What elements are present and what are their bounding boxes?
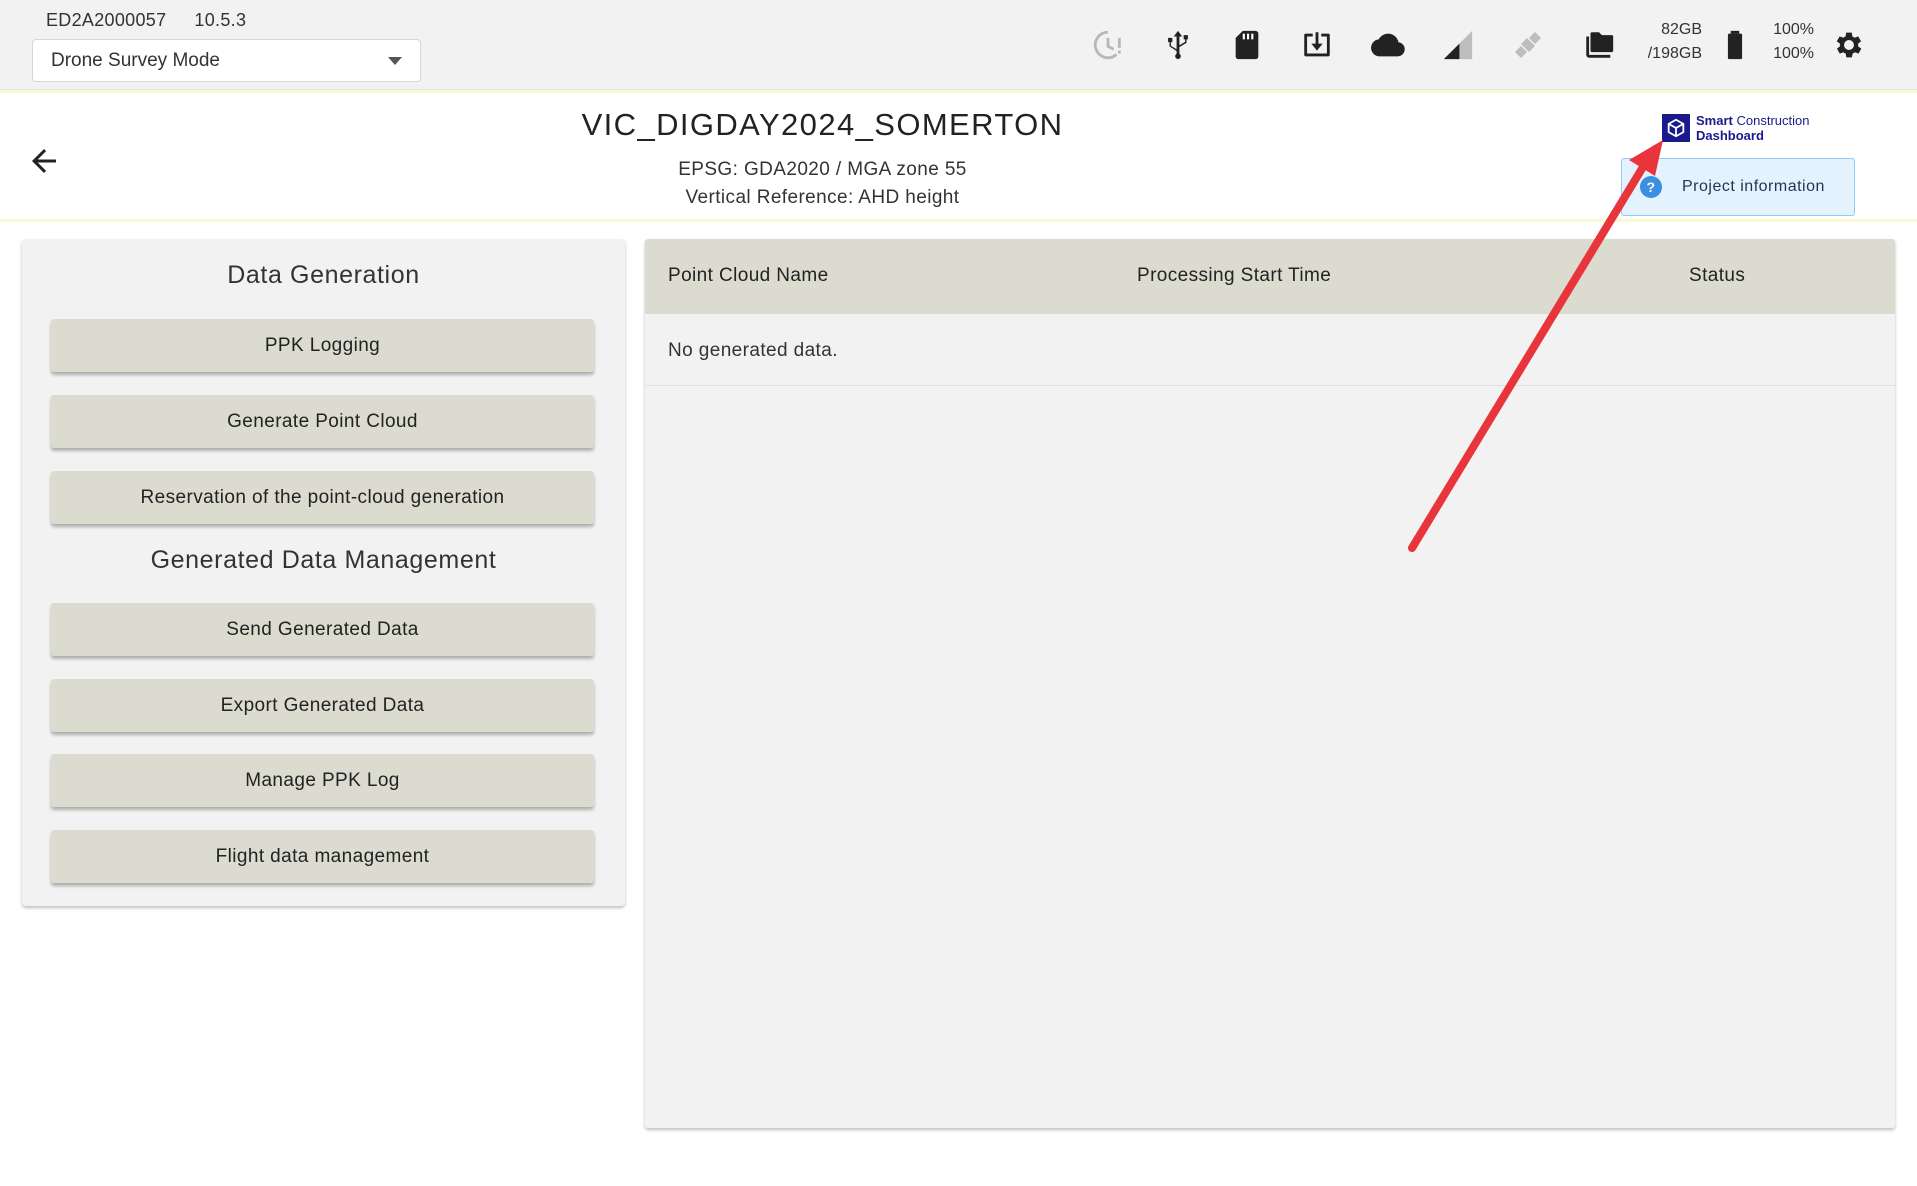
logo-text-construction: Construction	[1736, 113, 1810, 128]
chevron-down-icon	[388, 57, 402, 65]
folder-icon[interactable]	[1576, 22, 1622, 68]
manage-ppk-log-button[interactable]: Manage PPK Log	[51, 754, 594, 807]
storage-free: 82GB	[1661, 21, 1702, 38]
flight-data-management-button[interactable]: Flight data management	[51, 830, 594, 883]
mode-select-value: Drone Survey Mode	[51, 49, 220, 71]
project-vertical-reference: Vertical Reference: AHD height	[685, 187, 960, 208]
project-epsg: EPSG: GDA2020 / MGA zone 55	[678, 159, 967, 180]
battery-level-1: 100%	[1773, 21, 1814, 38]
gear-icon[interactable]	[1826, 22, 1872, 68]
device-serial: ED2A2000057	[46, 10, 167, 30]
generated-data-table: Point Cloud Name Processing Start Time S…	[645, 239, 1895, 1128]
column-header-status[interactable]: Status	[1689, 265, 1745, 287]
sd-card-icon[interactable]	[1224, 22, 1270, 68]
export-generated-data-button[interactable]: Export Generated Data	[51, 679, 594, 732]
battery-readout: 100% 100%	[1762, 18, 1814, 66]
satellite-icon[interactable]	[1505, 22, 1551, 68]
download-icon[interactable]	[1294, 22, 1340, 68]
usb-icon[interactable]	[1155, 22, 1201, 68]
column-header-point-cloud-name[interactable]: Point Cloud Name	[668, 265, 829, 287]
storage-readout: 82GB /198GB	[1636, 18, 1702, 66]
generate-point-cloud-button[interactable]: Generate Point Cloud	[51, 395, 594, 448]
help-icon: ?	[1640, 176, 1662, 198]
project-information-button[interactable]: ? Project information	[1621, 158, 1855, 216]
column-header-processing-start-time[interactable]: Processing Start Time	[1137, 265, 1331, 287]
reserve-point-cloud-generation-button[interactable]: Reservation of the point-cloud generatio…	[51, 471, 594, 524]
send-generated-data-button[interactable]: Send Generated Data	[51, 603, 594, 656]
logo-text-dashboard: Dashboard	[1696, 128, 1764, 143]
project-information-label: Project information	[1682, 178, 1825, 195]
project-title: VIC_DIGDAY2024_SOMERTON	[581, 107, 1064, 142]
generated-data-management-title: Generated Data Management	[150, 546, 497, 574]
data-generation-title: Data Generation	[227, 261, 420, 289]
top-status-bar: ED2A2000057 10.5.3 Drone Survey Mode 82G…	[0, 0, 1917, 90]
project-header: VIC_DIGDAY2024_SOMERTON EPSG: GDA2020 / …	[0, 90, 1917, 222]
device-info: ED2A2000057 10.5.3	[46, 10, 246, 31]
signal-icon[interactable]	[1435, 22, 1481, 68]
battery-level-2: 100%	[1773, 45, 1814, 62]
table-header: Point Cloud Name Processing Start Time S…	[645, 239, 1895, 314]
firmware-version: 10.5.3	[194, 10, 247, 30]
battery-icon[interactable]	[1712, 22, 1758, 68]
cloud-icon[interactable]	[1365, 22, 1411, 68]
cube-icon	[1662, 114, 1690, 142]
smart-construction-dashboard-logo: Smart Construction Dashboard	[1662, 113, 1809, 143]
logo-text-smart: Smart	[1696, 113, 1733, 128]
mode-select[interactable]: Drone Survey Mode	[32, 39, 421, 82]
table-empty-message: No generated data.	[645, 314, 1895, 386]
actions-panel: Data Generation PPK Logging Generate Poi…	[22, 239, 625, 906]
storage-total: /198GB	[1647, 45, 1702, 62]
ppk-logging-button[interactable]: PPK Logging	[51, 319, 594, 372]
timer-alert-icon[interactable]	[1085, 22, 1131, 68]
